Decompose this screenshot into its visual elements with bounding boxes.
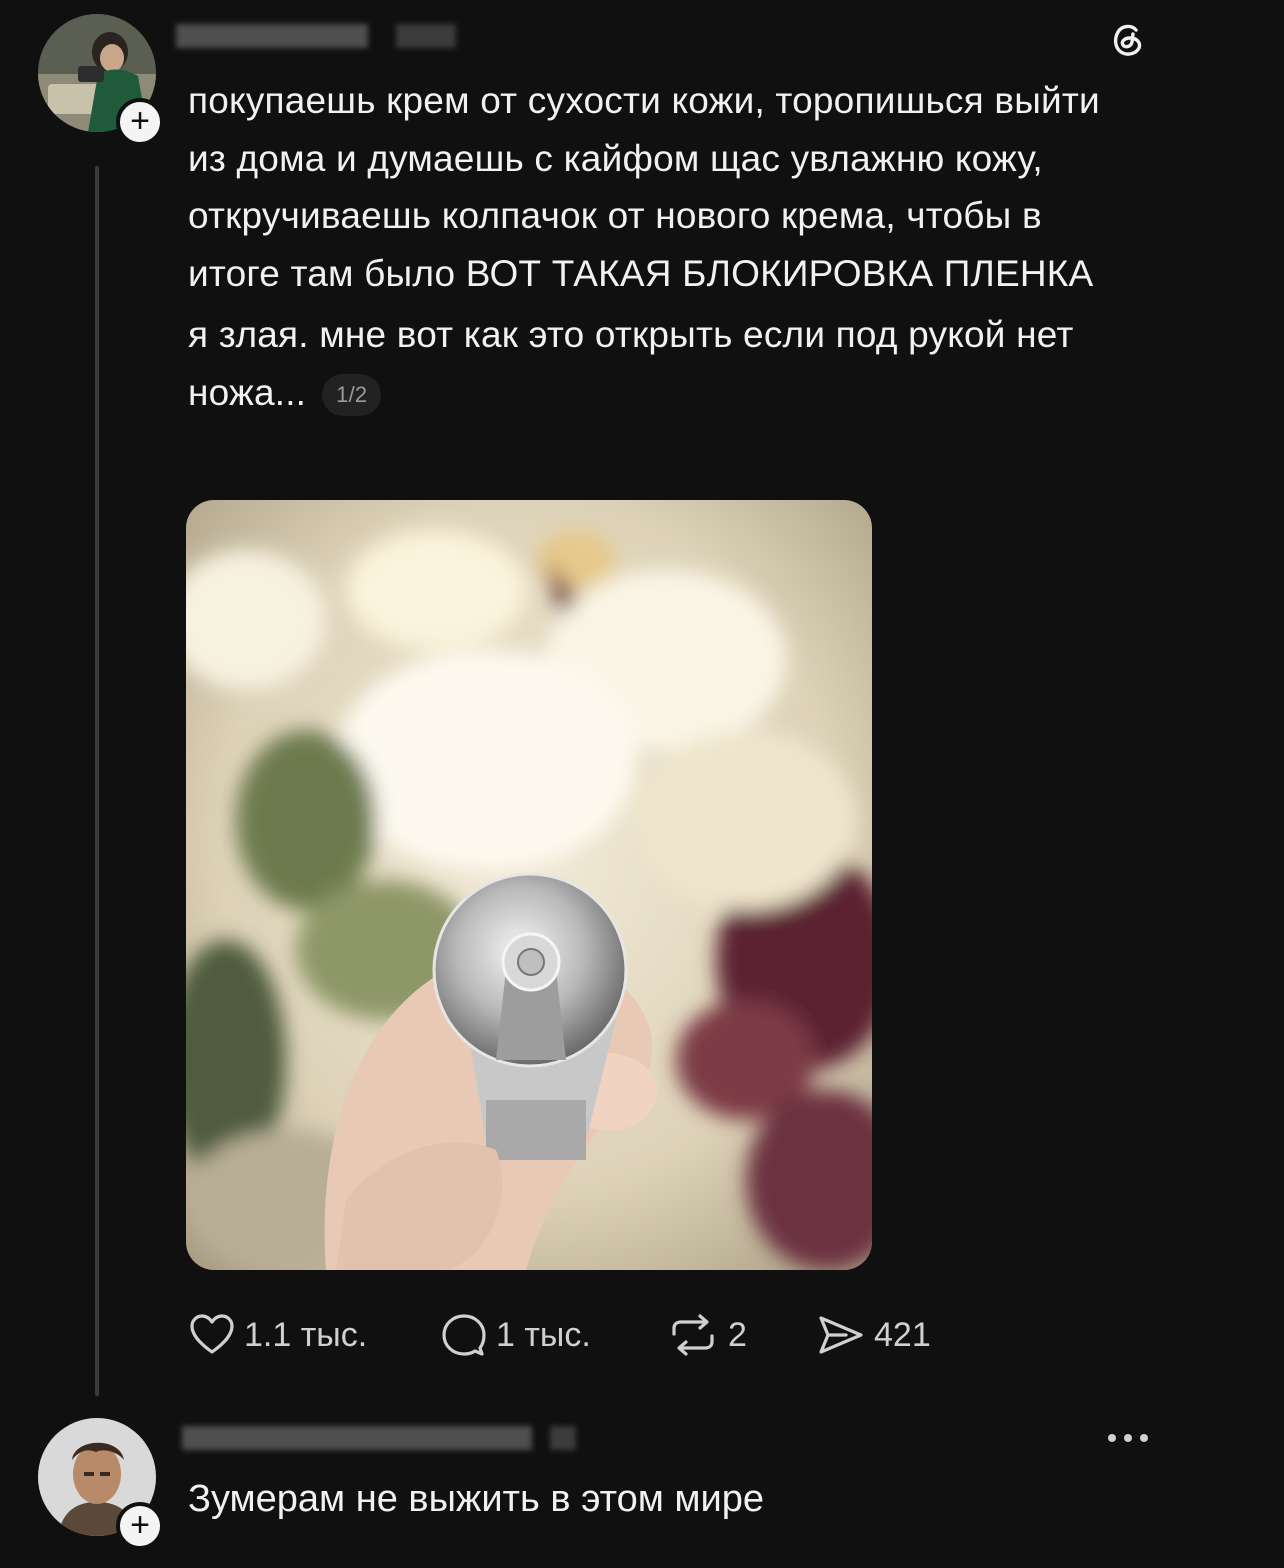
cream-tube-photo: [186, 500, 872, 1270]
post-text-paragraph-2: я злая. мне вот как это открыть если под…: [188, 306, 1138, 421]
post-text-paragraph-1: покупаешь крем от сухости кожи, торопишь…: [188, 80, 1100, 294]
thread-connector-line: [95, 166, 99, 1396]
reply-author-name-blurred-2: [550, 1426, 576, 1450]
threads-icon[interactable]: [1104, 16, 1150, 62]
plus-icon: +: [130, 1506, 150, 1544]
like-button[interactable]: 1.1 тыс.: [188, 1310, 367, 1360]
author-name-blurred[interactable]: [176, 24, 368, 48]
comment-count: 1 тыс.: [496, 1315, 591, 1354]
more-dots-icon[interactable]: [1104, 1430, 1152, 1446]
comment-bubble-icon: [442, 1314, 486, 1356]
reply-author-name-blurred[interactable]: [182, 1426, 532, 1450]
comment-button[interactable]: 1 тыс.: [440, 1310, 591, 1360]
media-page-counter: 1/2: [322, 373, 382, 416]
post-body: покупаешь крем от сухости кожи, торопишь…: [188, 72, 1138, 421]
share-button[interactable]: 421: [816, 1310, 931, 1360]
author-name-blurred-2: [396, 24, 456, 48]
follow-reply-author-button[interactable]: +: [116, 1502, 164, 1550]
post-media-image[interactable]: [186, 500, 872, 1270]
repost-count: 2: [728, 1315, 747, 1354]
send-icon: [819, 1316, 863, 1354]
repost-button[interactable]: 2: [666, 1310, 747, 1360]
repost-icon: [672, 1314, 714, 1356]
like-count: 1.1 тыс.: [244, 1315, 368, 1354]
follow-author-button[interactable]: +: [116, 98, 164, 146]
share-count: 421: [874, 1315, 931, 1354]
plus-icon: +: [130, 102, 150, 140]
heart-icon: [190, 1314, 234, 1354]
post-text-paragraph-2-text: я злая. мне вот как это открыть если под…: [188, 314, 1074, 413]
reply-text: Зумерам не выжить в этом мире: [188, 1478, 765, 1520]
